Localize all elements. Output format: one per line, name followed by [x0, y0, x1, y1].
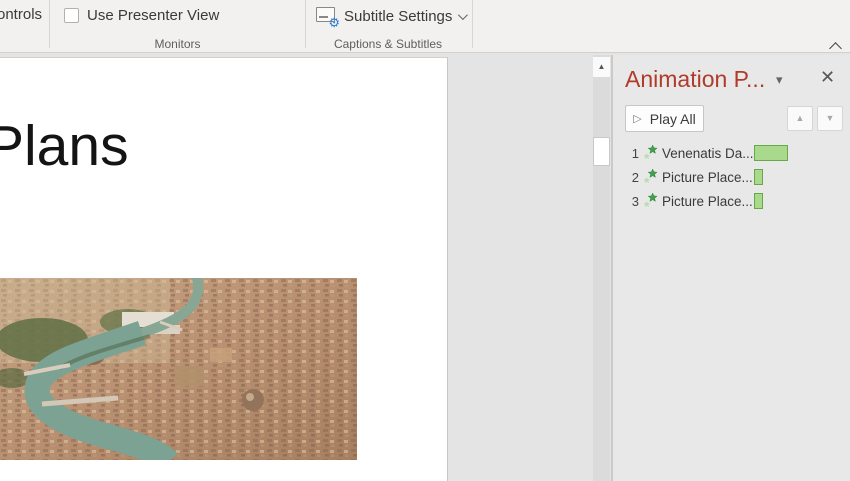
scroll-up-icon: ▲: [598, 62, 606, 71]
animation-timing-bar[interactable]: [754, 145, 788, 161]
pane-dropdown-icon[interactable]: ▾: [776, 72, 783, 88]
gear-icon: ⚙: [328, 16, 340, 29]
animation-order-number: 1: [627, 146, 639, 161]
move-later-icon: ▼: [826, 113, 835, 123]
move-later-button[interactable]: ▼: [817, 106, 843, 131]
move-earlier-button[interactable]: ▲: [787, 106, 813, 131]
subtitle-settings-label: Subtitle Settings: [344, 8, 452, 25]
animation-label: Picture Place...: [662, 194, 753, 209]
subtitle-settings-button[interactable]: ⚙ Subtitle Settings: [316, 4, 465, 28]
captions-group-label: Captions & Subtitles: [312, 37, 464, 51]
ribbon-separator: [49, 0, 50, 48]
scrollbar-thumb[interactable]: [593, 137, 610, 166]
play-all-label: Play All: [650, 111, 696, 127]
entrance-star-icon: [643, 169, 658, 184]
cut-off-group-label: ontrols: [0, 6, 42, 23]
animation-label: Venenatis Da...: [662, 146, 754, 161]
animation-pane: Animation P... ▾ ✕ ▷ Play All ▲ ▼ 1 Vene…: [613, 55, 850, 481]
monitors-group-label: Monitors: [120, 37, 235, 51]
slide-canvas[interactable]: Plans: [0, 57, 448, 481]
subtitle-settings-icon: ⚙: [316, 7, 338, 26]
close-icon[interactable]: ✕: [820, 67, 835, 88]
ribbon: ontrols Use Presenter View Monitors ⚙ Su…: [0, 0, 850, 53]
animation-order-number: 2: [627, 170, 639, 185]
play-icon: ▷: [633, 112, 641, 125]
ribbon-separator: [472, 0, 473, 48]
scroll-up-button[interactable]: ▲: [593, 57, 610, 77]
animation-timing-bar[interactable]: [754, 169, 763, 185]
collapse-ribbon-icon[interactable]: [829, 42, 842, 55]
play-all-button[interactable]: ▷ Play All: [625, 105, 704, 132]
rome-aerial-photo[interactable]: [0, 278, 357, 460]
animation-list-item[interactable]: 2 Picture Place...: [613, 167, 850, 189]
vertical-scrollbar[interactable]: ▲: [593, 55, 610, 481]
animation-label: Picture Place...: [662, 170, 753, 185]
animation-list-item[interactable]: 3 Picture Place...: [613, 191, 850, 213]
animation-order-number: 3: [627, 194, 639, 209]
entrance-star-icon: [643, 193, 658, 208]
animation-timing-bar[interactable]: [754, 193, 763, 209]
entrance-star-icon: [643, 145, 658, 160]
slide-title[interactable]: Plans: [0, 113, 129, 179]
use-presenter-view-label[interactable]: Use Presenter View: [87, 7, 219, 24]
ribbon-separator: [305, 0, 306, 48]
move-earlier-icon: ▲: [796, 113, 805, 123]
powerpoint-window: ontrols Use Presenter View Monitors ⚙ Su…: [0, 0, 850, 481]
animation-pane-title: Animation P...: [625, 66, 765, 93]
animation-list-item[interactable]: 1 Venenatis Da...: [613, 143, 850, 165]
use-presenter-view-checkbox[interactable]: [64, 8, 79, 23]
chevron-down-icon: [458, 10, 468, 20]
